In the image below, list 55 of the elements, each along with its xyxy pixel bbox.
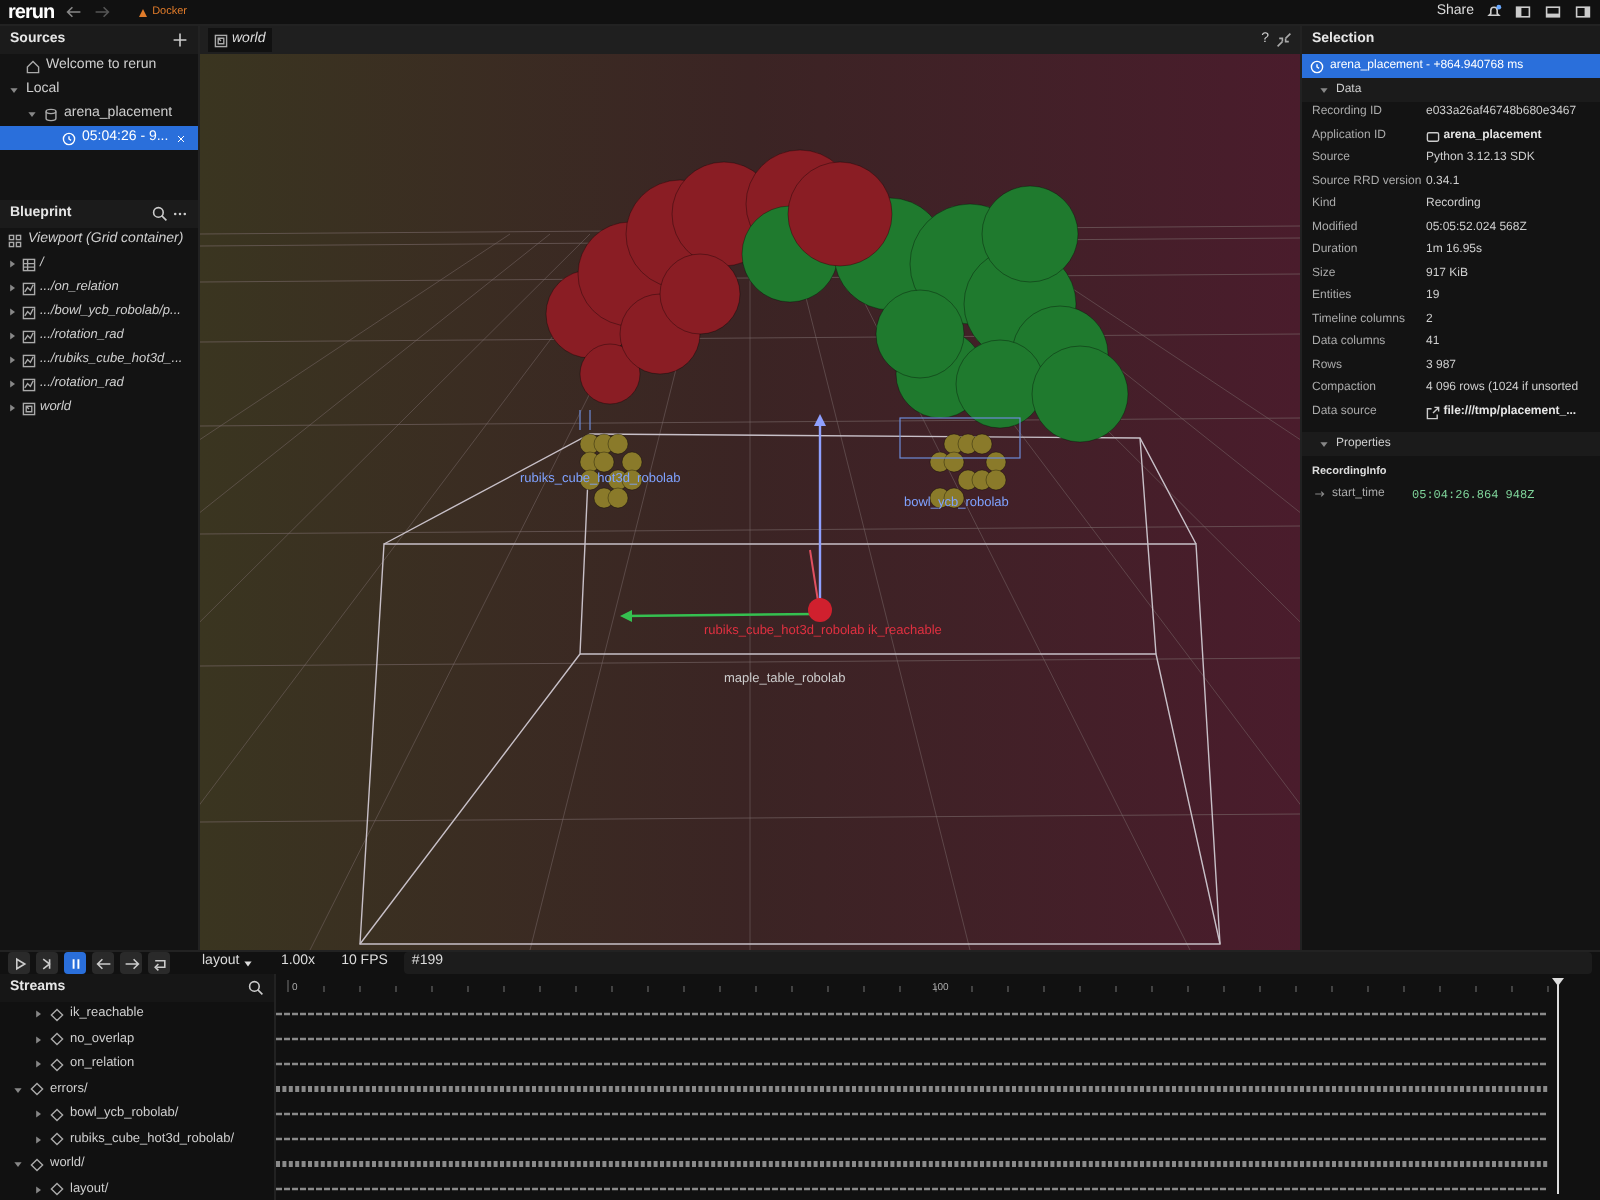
pause-button[interactable] [64, 952, 86, 974]
step-button[interactable] [36, 952, 58, 974]
caret-icon[interactable] [8, 84, 20, 96]
step-forward-button[interactable] [120, 952, 142, 974]
chart-icon [22, 353, 36, 367]
time-cursor[interactable] [1552, 977, 1564, 1194]
bottom-panel-toggle-icon[interactable] [1544, 4, 1562, 20]
clock-icon [1310, 59, 1324, 73]
external-link-icon [1426, 405, 1440, 420]
add-icon[interactable] [172, 32, 188, 48]
loop-icon [151, 955, 167, 971]
right-panel-toggle-icon[interactable] [1574, 4, 1592, 20]
collapse-icon[interactable] [1276, 32, 1292, 48]
app-icon [1426, 129, 1440, 144]
loop-button[interactable] [148, 952, 170, 974]
search-icon[interactable] [152, 206, 169, 222]
home-icon [26, 59, 40, 73]
step-back-button[interactable] [92, 952, 114, 974]
caret-icon[interactable] [32, 1133, 44, 1146]
caret-icon[interactable] [12, 1158, 24, 1171]
caret-icon[interactable] [1318, 438, 1330, 450]
caret-icon[interactable] [32, 1183, 44, 1196]
step-icon [39, 955, 55, 971]
database-icon [44, 107, 58, 121]
arrow-icon [1314, 488, 1326, 500]
clock-icon [62, 131, 76, 145]
dropdown-caret-icon [242, 957, 255, 969]
pause-icon [67, 955, 83, 971]
play-icon [11, 955, 27, 971]
left-panel-toggle-icon[interactable] [1514, 4, 1532, 20]
chart-icon [22, 281, 36, 295]
caret-icon[interactable] [32, 1033, 44, 1046]
caret-icon[interactable] [1318, 84, 1330, 96]
cube-icon [214, 33, 228, 47]
chart-icon [22, 305, 36, 319]
caret-icon[interactable] [32, 1058, 44, 1071]
back-arrow-icon[interactable] [66, 4, 83, 20]
bell-icon[interactable] [1486, 4, 1502, 20]
play-button[interactable] [8, 952, 30, 974]
search-icon[interactable] [248, 980, 264, 996]
table-icon [22, 257, 36, 271]
caret-icon[interactable] [32, 1108, 44, 1121]
warning-icon [138, 7, 149, 17]
step-forward-icon [123, 955, 139, 971]
chart-icon [22, 329, 36, 343]
cube-icon [22, 401, 36, 415]
caret-icon[interactable] [12, 1083, 24, 1096]
caret-icon[interactable] [32, 1008, 44, 1021]
grid-icon [8, 233, 22, 247]
caret-icon[interactable] [26, 108, 38, 120]
chart-icon [22, 377, 36, 391]
close-icon[interactable] [176, 133, 186, 143]
app-logo: rerun [8, 0, 55, 27]
step-back-icon [95, 955, 111, 971]
forward-arrow-icon[interactable] [94, 4, 111, 20]
